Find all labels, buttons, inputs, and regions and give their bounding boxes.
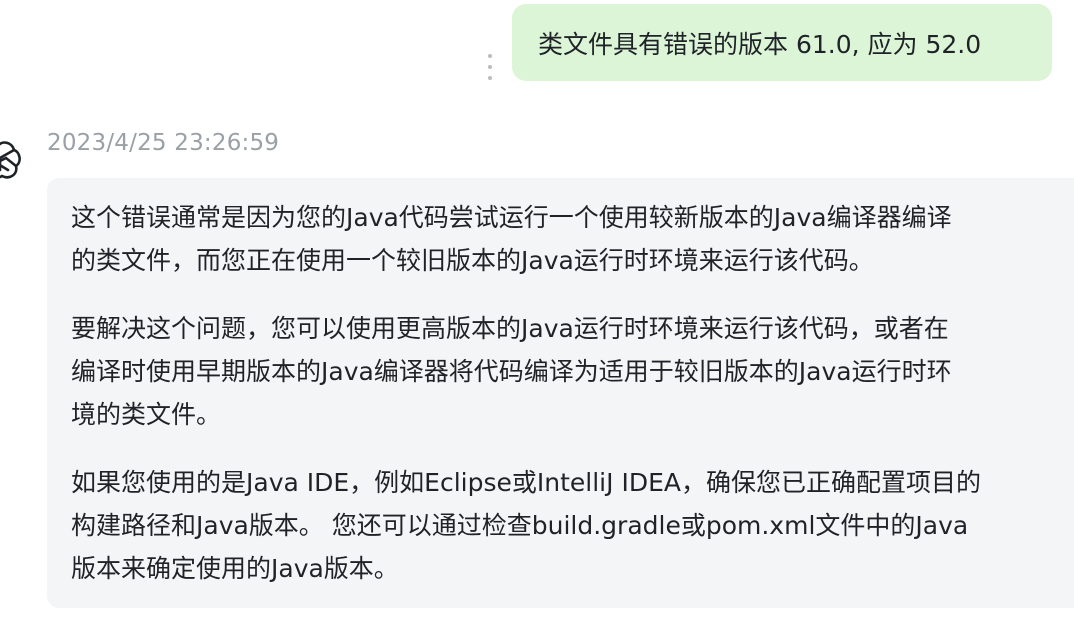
assistant-paragraph: 如果您使用的是Java IDE，例如Eclipse或IntelliJ IDEA，… xyxy=(71,468,981,583)
assistant-paragraph: 这个错误通常是因为您的Java代码尝试运行一个使用较新版本的Java编译器编译 … xyxy=(71,203,952,275)
chat-page: 类文件具有错误的版本 61.0, 应为 52.0 2023/4/25 23:26… xyxy=(0,0,1074,626)
vertical-ellipsis-icon[interactable] xyxy=(482,54,498,80)
openai-logo-icon xyxy=(0,130,26,190)
message-timestamp: 2023/4/25 23:26:59 xyxy=(47,130,280,156)
user-message-row: 类文件具有错误的版本 61.0, 应为 52.0 xyxy=(0,0,1074,90)
user-message-text: 类文件具有错误的版本 61.0, 应为 52.0 xyxy=(538,29,982,59)
user-message-bubble: 类文件具有错误的版本 61.0, 应为 52.0 xyxy=(512,4,1052,81)
assistant-message-bubble: 这个错误通常是因为您的Java代码尝试运行一个使用较新版本的Java编译器编译 … xyxy=(47,178,1074,608)
assistant-paragraph: 要解决这个问题，您可以使用更高版本的Java运行时环境来运行该代码，或者在 编译… xyxy=(71,314,952,429)
